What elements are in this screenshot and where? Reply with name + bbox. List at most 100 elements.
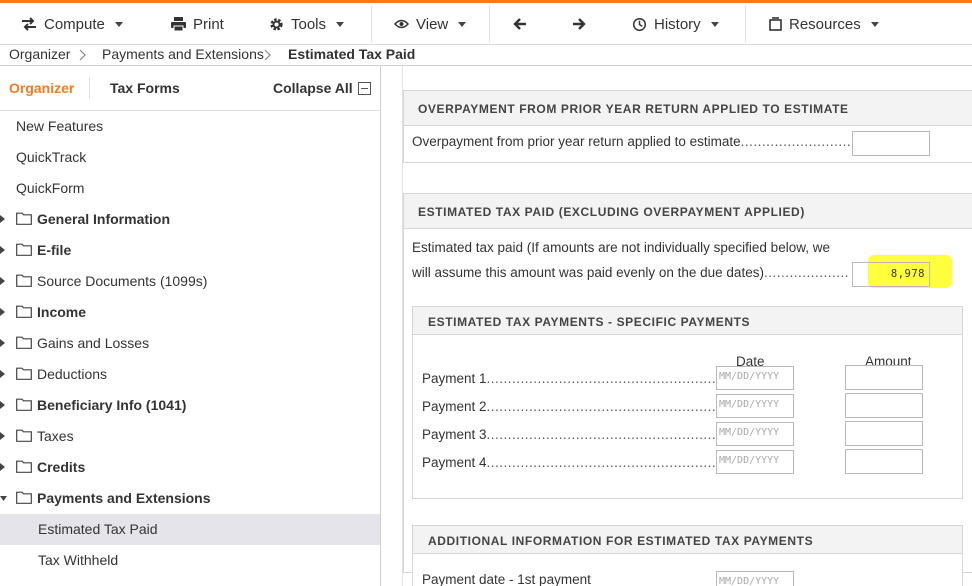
tab-tax-forms[interactable]: Tax Forms — [110, 80, 180, 96]
payment-label: Payment 1...............................… — [422, 371, 715, 386]
sidebar-item-label: QuickTrack — [16, 149, 87, 165]
sidebar-item-tax-withheld[interactable]: Tax Withheld — [0, 545, 380, 576]
toolbar-divider — [489, 6, 490, 42]
leader-dots: ........................................… — [486, 455, 715, 470]
payment-date-input[interactable]: MM/DD/YYYY — [716, 394, 794, 418]
payment-label: Payment 2...............................… — [422, 399, 715, 414]
sidebar-item-label: Estimated Tax Paid — [38, 521, 158, 537]
caret-right-icon — [0, 215, 5, 223]
chevron-down-icon — [710, 21, 719, 27]
sidebar-item-general-information[interactable]: General Information — [0, 204, 380, 235]
tab-organizer[interactable]: Organizer — [9, 80, 74, 96]
panel-gutter — [381, 66, 403, 586]
sidebar-item-new-features[interactable]: New Features — [0, 111, 380, 142]
folder-icon — [16, 336, 32, 349]
print-button[interactable]: Print — [171, 3, 224, 45]
forward-button[interactable] — [572, 3, 586, 45]
payment-label: Payment 4...............................… — [422, 455, 715, 470]
payment-date-input[interactable]: MM/DD/YYYY — [716, 366, 794, 390]
breadcrumb-payments[interactable]: Payments and Extensions — [102, 46, 264, 62]
resources-label: Resources — [789, 15, 861, 33]
compute-label: Compute — [44, 15, 105, 33]
overpayment-input[interactable] — [852, 131, 930, 156]
leader-dots: ........................................… — [486, 427, 715, 442]
sidebar-item-label: Taxes — [37, 428, 74, 444]
back-button[interactable] — [513, 3, 527, 45]
folder-icon — [16, 212, 32, 225]
eye-icon — [394, 19, 409, 29]
sidebar-item-taxes[interactable]: Taxes — [0, 421, 380, 452]
sidebar-item-credits[interactable]: Credits — [0, 452, 380, 483]
estimated-label-line1: Estimated tax paid (If amounts are not i… — [412, 240, 830, 255]
caret-right-icon — [0, 339, 5, 347]
payment-amount-input[interactable] — [845, 365, 923, 390]
collapse-all-button[interactable]: Collapse All — [273, 80, 371, 96]
resources-button[interactable]: Resources — [769, 3, 879, 45]
folder-icon — [16, 429, 32, 442]
sidebar-item-label: New Features — [16, 118, 104, 134]
caret-right-icon — [0, 370, 5, 378]
overpayment-label: Overpayment from prior year return appli… — [412, 134, 850, 149]
sidebar-item-beneficiary-info-1041[interactable]: Beneficiary Info (1041) — [0, 390, 380, 421]
specific-title: ESTIMATED TAX PAYMENTS - SPECIFIC PAYMEN… — [413, 307, 962, 335]
additional-title: ADDITIONAL INFORMATION FOR ESTIMATED TAX… — [413, 526, 962, 554]
tab-divider — [89, 77, 90, 99]
gear-icon — [270, 17, 283, 31]
leader-dots: ........................................… — [486, 399, 715, 414]
arrow-left-icon — [513, 18, 526, 30]
breadcrumb-organizer[interactable]: Organizer — [9, 46, 70, 62]
history-button[interactable]: History — [632, 3, 719, 45]
sidebar-item-label: QuickForm — [16, 180, 85, 196]
sidebar-item-label: E-file — [37, 242, 72, 258]
collapse-icon — [357, 81, 371, 95]
sidebar-item-payments-and-extensions[interactable]: Payments and Extensions — [0, 483, 380, 514]
overpayment-label-text: Overpayment from prior year return appli… — [412, 134, 741, 149]
folder-icon — [16, 305, 32, 318]
folder-icon — [16, 243, 32, 256]
print-icon — [171, 17, 186, 31]
sidebar-item-source-documents-1099s[interactable]: Source Documents (1099s) — [0, 266, 380, 297]
estimated-tax-input[interactable]: 8,978 — [852, 262, 930, 287]
toolbar-divider — [371, 6, 372, 42]
compute-button[interactable]: Compute — [21, 3, 123, 45]
breadcrumb-current: Estimated Tax Paid — [288, 46, 416, 62]
sidebar: Organizer Tax Forms Collapse All New Fea… — [0, 66, 381, 586]
sidebar-item-quicktrack[interactable]: QuickTrack — [0, 142, 380, 173]
payment-amount-input[interactable] — [845, 449, 923, 474]
sidebar-item-label: General Information — [37, 211, 171, 227]
tools-button[interactable]: Tools — [269, 3, 345, 45]
payment-label: Payment 3...............................… — [422, 427, 715, 442]
additional-info-section: ADDITIONAL INFORMATION FOR ESTIMATED TAX… — [412, 525, 963, 586]
sidebar-item-income[interactable]: Income — [0, 297, 380, 328]
sidebar-item-gains-and-losses[interactable]: Gains and Losses — [0, 328, 380, 359]
sidebar-item-deductions[interactable]: Deductions — [0, 359, 380, 390]
sidebar-item-quickform[interactable]: QuickForm — [0, 173, 380, 204]
payment-label-text: Payment 1 — [422, 371, 487, 386]
sidebar-item-label: Tax Withheld — [38, 552, 119, 568]
history-label: History — [654, 15, 701, 33]
payment-date-input[interactable]: MM/DD/YYYY — [716, 422, 794, 446]
book-icon — [769, 17, 782, 31]
payment-amount-input[interactable] — [845, 421, 923, 446]
history-icon — [632, 17, 647, 31]
leader-dots: ........................................… — [763, 265, 848, 280]
folder-icon — [16, 460, 32, 473]
sidebar-tabs: Organizer Tax Forms Collapse All — [0, 66, 380, 111]
toolbar: Compute Print Tools View History Resourc… — [0, 0, 972, 45]
first-payment-date-input[interactable]: MM/DD/YYYY — [716, 571, 794, 586]
overpayment-title: OVERPAYMENT FROM PRIOR YEAR RETURN APPLI… — [404, 91, 972, 126]
view-button[interactable]: View — [394, 3, 467, 45]
sidebar-item-e-file[interactable]: E-file — [0, 235, 380, 266]
payment-amount-input[interactable] — [845, 393, 923, 418]
sidebar-item-label: Beneficiary Info (1041) — [37, 397, 187, 413]
compute-icon — [22, 17, 36, 31]
leader-dots: ........................................… — [486, 371, 715, 386]
collapse-all-label: Collapse All — [273, 80, 353, 96]
payment-label-text: Payment 3 — [422, 427, 487, 442]
payment-date-input[interactable]: MM/DD/YYYY — [716, 450, 794, 474]
caret-right-icon — [0, 463, 5, 471]
caret-right-icon — [0, 277, 5, 285]
folder-icon — [16, 398, 32, 411]
estimated-section: ESTIMATED TAX PAID (EXCLUDING OVERPAYMEN… — [403, 193, 972, 586]
sidebar-item-estimated-tax-paid[interactable]: Estimated Tax Paid — [0, 514, 380, 545]
